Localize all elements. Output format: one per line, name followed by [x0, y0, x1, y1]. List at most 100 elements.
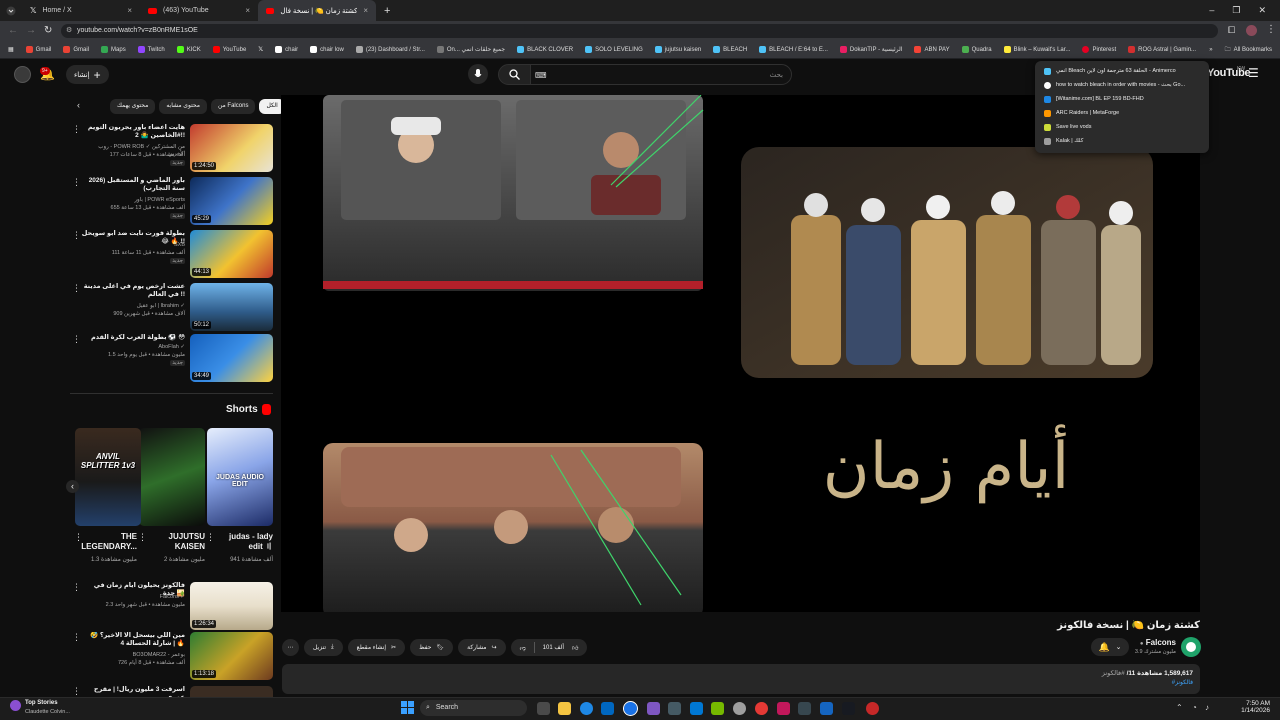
list-item[interactable]: اسرقت 3 مليون ريال! | مقرح عمري ⋮ [70, 686, 273, 697]
bookmark-black-clover[interactable]: BLACK CLOVER [511, 46, 579, 53]
bookmark-pinterest[interactable]: Pinterest [1076, 46, 1122, 53]
steam-icon[interactable] [842, 702, 855, 715]
video-thumbnail[interactable]: 34:49 [190, 334, 273, 382]
more-options-icon[interactable]: ⋮ [72, 230, 81, 241]
menu-item-arc-raiders[interactable]: ARC Raiders | MetaForge [1035, 106, 1209, 120]
new-tab-button[interactable]: + [376, 5, 398, 17]
clip-button[interactable]: إنشاء مقطع ✂ [347, 639, 406, 656]
list-item[interactable]: 1:26:34 فالكونز يحيلون أيام زمان في جدة … [70, 582, 273, 632]
app-icon[interactable] [690, 702, 703, 715]
list-item[interactable]: 44:13 بطولة فورت نايت ضد ابو سويحل 😂 🔥 !… [70, 230, 273, 280]
app-icon[interactable] [798, 702, 811, 715]
more-options-icon[interactable]: ⋮ [72, 632, 81, 643]
video-thumbnail[interactable]: 1:13:18 [190, 632, 273, 680]
chip-similar[interactable]: محتوى مشابه [159, 99, 207, 114]
more-options-icon[interactable]: ⋮ [72, 124, 81, 135]
download-button[interactable]: تنزيل ⤓ [304, 639, 343, 656]
list-item[interactable]: 50:12 عشت ارخص يوم في اغلى مدينة في العا… [70, 283, 273, 333]
shorts-prev-icon[interactable]: ‹ [66, 480, 79, 493]
bookmark-chair[interactable]: chair [269, 46, 304, 53]
bookmark-gmail[interactable]: Gmail [20, 46, 58, 53]
chip-from-falcons[interactable]: من Falcons [210, 99, 256, 114]
extensions-icon[interactable]: ⧠ [1228, 25, 1235, 36]
nvidia-icon[interactable] [711, 702, 724, 715]
keyboard-icon[interactable]: ⌨ [535, 65, 547, 86]
app-icon[interactable] [777, 702, 790, 715]
menu-item-google-search[interactable]: how to watch bleach in order with movies… [1035, 78, 1209, 92]
volume-icon[interactable]: ♪ [1205, 703, 1209, 712]
account-avatar[interactable] [14, 66, 31, 83]
more-options-icon[interactable]: ⋮ [72, 334, 81, 345]
bookmark-dokantip[interactable]: DokanTIP - الرئيسية [834, 46, 909, 53]
menu-item-animerco[interactable]: انمي Bleach الحلقة 63 مترجمة اون لاين - … [1035, 64, 1209, 78]
video-thumbnail[interactable]: 44:13 [190, 230, 273, 278]
profile-avatar[interactable] [1246, 25, 1257, 36]
video-thumbnail[interactable]: 1:24:50 [190, 124, 273, 172]
bookmark-chair-low[interactable]: chair low [304, 46, 350, 53]
search-input[interactable]: ⌨ بحث [530, 64, 792, 85]
site-info-icon[interactable]: ⚙ [66, 24, 72, 38]
more-options-icon[interactable]: ⋮ [72, 177, 81, 188]
bookmark-bleach[interactable]: BLEACH [707, 46, 753, 53]
taskbar-search[interactable]: ⌕ Search [420, 700, 527, 716]
minimize-icon[interactable]: – [1209, 5, 1214, 16]
app-icon[interactable] [755, 702, 768, 715]
news-widget-title[interactable]: Top Stories [25, 700, 58, 706]
windows-start-icon[interactable] [401, 701, 414, 714]
task-view-icon[interactable] [537, 702, 550, 715]
short-card[interactable]: ANVIL SPLITTER 1v3 [75, 428, 141, 526]
short-card[interactable]: JUDAS AUDIO EDIT [207, 428, 273, 526]
forward-arrow-icon[interactable]: → [26, 25, 36, 36]
bookmark-abn-pay[interactable]: ABN PAY [908, 46, 955, 53]
hashtag-link[interactable]: #فالكونز [1172, 679, 1193, 686]
tray-chevron-icon[interactable]: ⌃ [1176, 703, 1183, 712]
close-tab-icon[interactable]: × [127, 6, 132, 15]
share-button[interactable]: مشاركة ↪ [458, 639, 506, 656]
menu-item-kalak[interactable]: Kalak | كلك [1035, 134, 1209, 148]
more-options-icon[interactable]: ⋮ [138, 532, 147, 543]
more-actions-button[interactable]: ⋯ [282, 639, 299, 656]
bookmark-x[interactable]: 𝕏 [252, 46, 269, 53]
search-button[interactable] [498, 64, 531, 85]
more-options-icon[interactable]: ⋮ [74, 532, 83, 543]
dislike-icon[interactable]: 👎︎ [520, 644, 526, 652]
bookmark-dashboard[interactable]: (23) Dashboard / Str... [350, 46, 431, 53]
more-options-icon[interactable]: ⋮ [72, 686, 81, 697]
apps-icon[interactable]: ▦ [0, 46, 20, 53]
subscribed-button[interactable]: 🔔 ⌄ [1091, 638, 1129, 656]
app-icon[interactable] [733, 702, 746, 715]
news-widget-icon[interactable] [10, 700, 21, 711]
bookmark-twitch[interactable]: Twitch [132, 46, 171, 53]
wifi-icon[interactable]: ◔ [1192, 703, 1197, 712]
menu-item-save-live-vods[interactable]: Save live vods [1035, 120, 1209, 134]
description-box[interactable]: 1,589,617 مشاهدة 11/ #فالكونز #فالكونز [282, 664, 1200, 694]
back-arrow-icon[interactable]: ← [8, 25, 18, 36]
bookmark-solo-leveling[interactable]: SOLO LEVELING [579, 46, 649, 53]
close-tab-icon[interactable]: × [363, 6, 368, 15]
video-thumbnail[interactable] [190, 686, 273, 697]
video-thumbnail[interactable]: 50:12 [190, 283, 273, 331]
file-explorer-icon[interactable] [558, 702, 571, 715]
app-icon[interactable] [820, 702, 833, 715]
app-icon[interactable] [866, 702, 879, 715]
bookmark-maps[interactable]: Maps [95, 46, 132, 53]
close-tab-icon[interactable]: × [245, 6, 250, 15]
more-options-icon[interactable]: ⋮ [206, 532, 215, 543]
bookmark-blink[interactable]: Blink – Kuwait's Lar... [998, 46, 1077, 53]
chrome-icon[interactable] [623, 701, 638, 716]
channel-avatar[interactable] [1181, 637, 1201, 657]
video-thumbnail[interactable]: 45:29 [190, 177, 273, 225]
bookmark-jujutsu[interactable]: jujutsu kaisen [649, 46, 707, 53]
address-bar[interactable]: ⚙ youtube.com/watch?v=zB0nRME1sOE [61, 24, 1218, 38]
bookmark-rog-astral[interactable]: ROG Astral | Gamin... [1122, 46, 1202, 53]
clock[interactable]: 7:50 AM 1/14/2026 [1241, 700, 1270, 714]
tab-x-home[interactable]: 𝕏 Home / X × [22, 0, 140, 21]
bookmark-quadra[interactable]: Quadra [956, 46, 998, 53]
close-window-icon[interactable]: ✕ [1258, 5, 1266, 16]
list-item[interactable]: 1:24:50 هايت أعضاء باور يجربون التويم ال… [70, 124, 273, 174]
more-options-icon[interactable]: ⋮ [72, 283, 81, 294]
tab-youtube-home[interactable]: (463) YouTube × [140, 0, 258, 21]
chrome-menu-icon[interactable]: ⋮ [1266, 24, 1276, 35]
create-button[interactable]: إنشاء + [66, 65, 109, 84]
bookmark-kick[interactable]: KICK [171, 46, 207, 53]
